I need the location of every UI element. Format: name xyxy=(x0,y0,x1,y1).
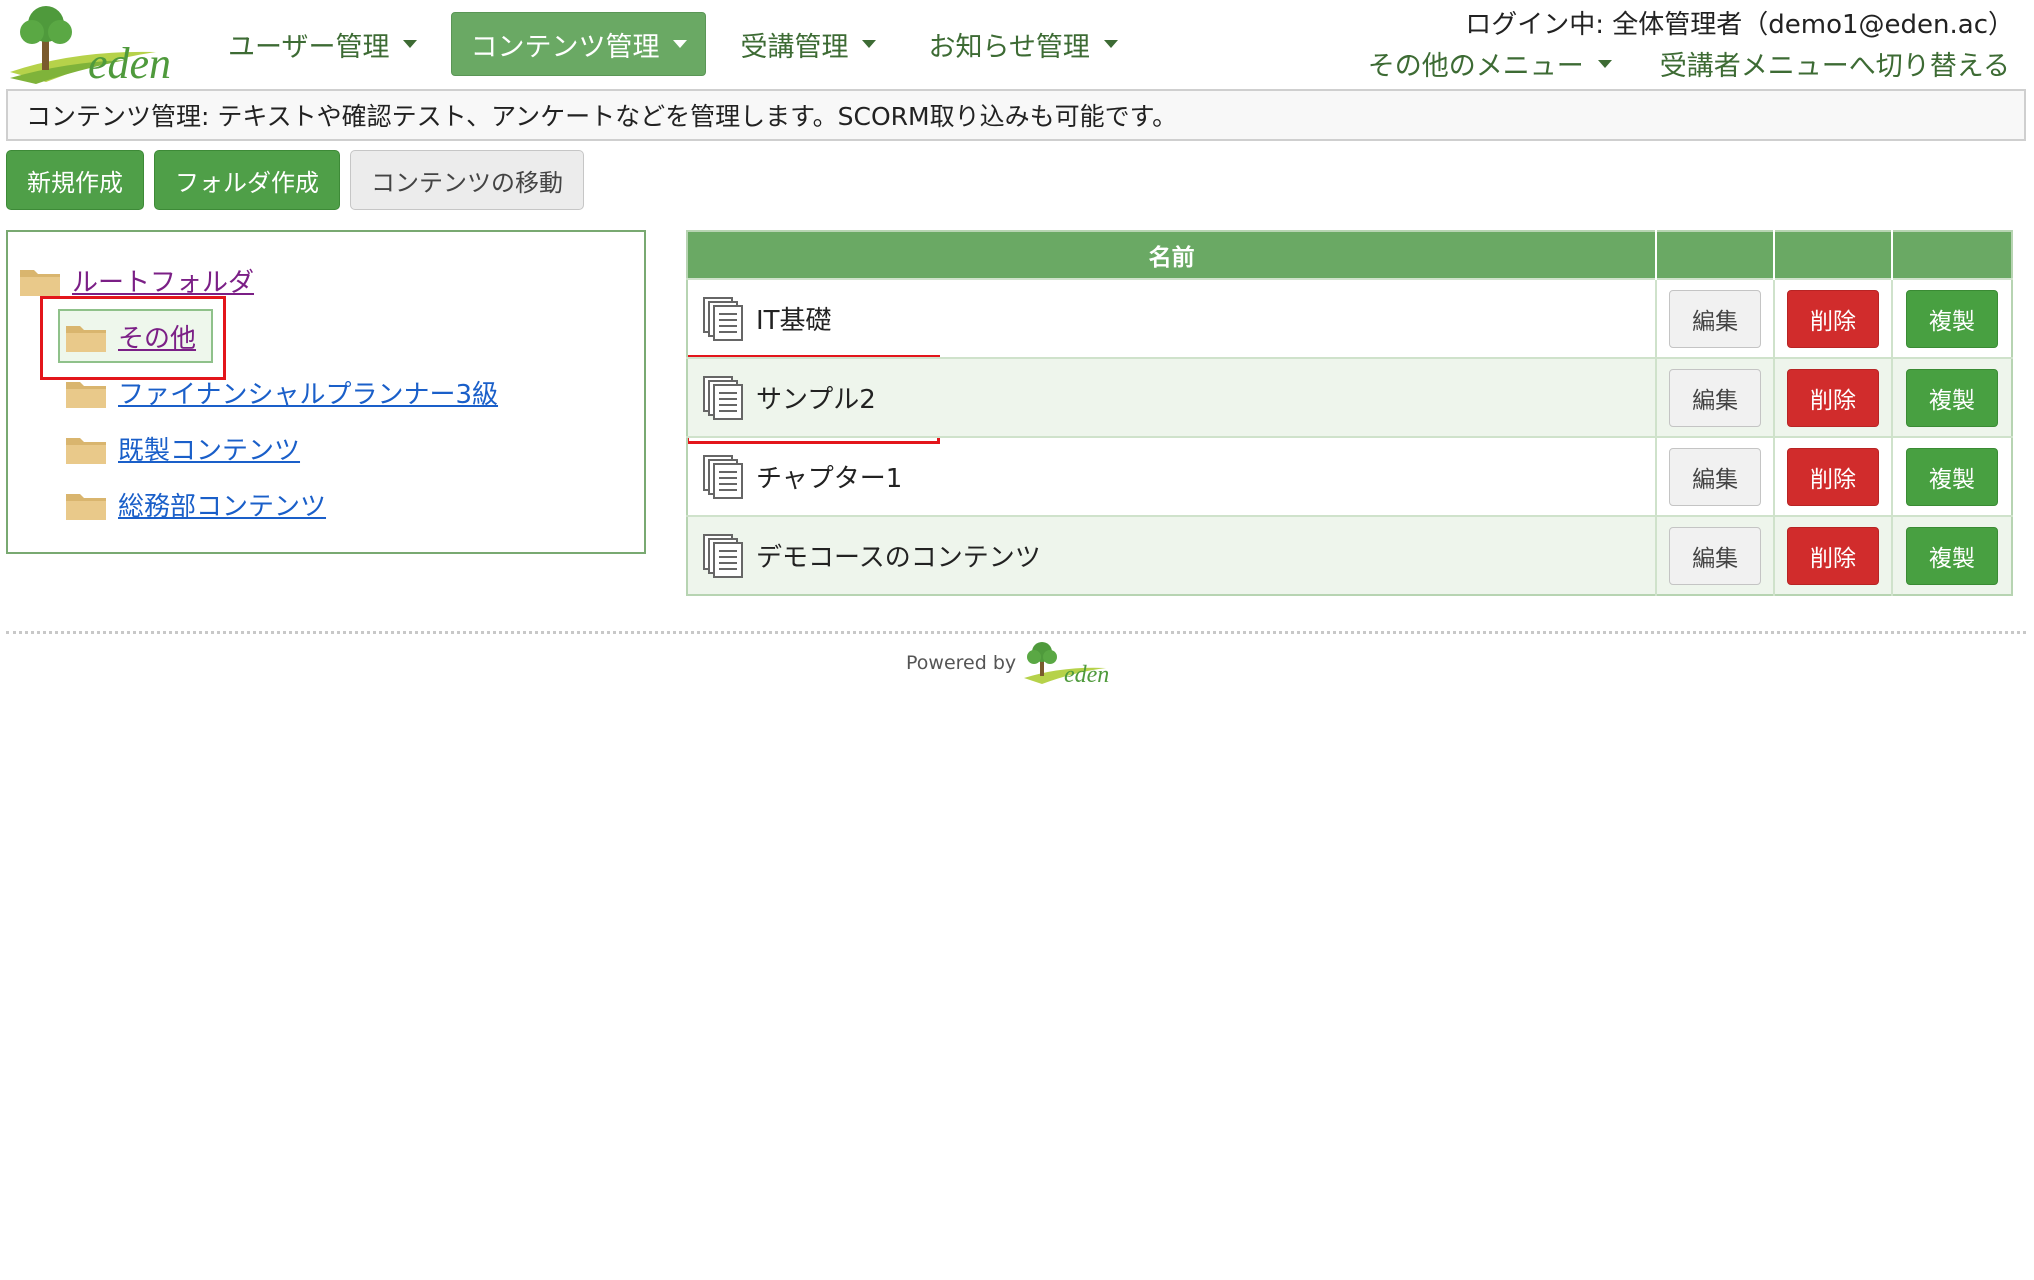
content-name: デモコースのコンテンツ xyxy=(756,543,1041,573)
content-table: 名前 IT基礎 編集 削除 複製 サンプル2 編集 削除 複製 チャプター1 編… xyxy=(686,230,2013,596)
edit-button[interactable]: 編集 xyxy=(1669,368,1762,427)
tree-link-somu[interactable]: 総務部コンテンツ xyxy=(118,486,326,523)
content-name-cell[interactable]: チャプター1 xyxy=(688,454,1655,500)
nav-course-management[interactable]: 受講管理 xyxy=(722,12,894,76)
edit-button[interactable]: 編集 xyxy=(1669,526,1762,585)
chevron-down-icon xyxy=(1103,40,1118,48)
powered-by-text: Powered by xyxy=(906,652,1017,674)
annotation-box-folder xyxy=(40,296,226,380)
tree-node-root[interactable]: ルートフォルダ xyxy=(18,262,254,299)
nav-course-management-label: 受講管理 xyxy=(740,31,849,63)
folder-icon xyxy=(66,437,106,464)
nav-notice-management-label: お知らせ管理 xyxy=(928,31,1090,63)
new-folder-button[interactable]: フォルダ作成 xyxy=(154,150,340,210)
tree-link-root[interactable]: ルートフォルダ xyxy=(72,262,254,299)
column-header-blank xyxy=(1892,231,2012,279)
edit-button[interactable]: 編集 xyxy=(1669,447,1762,506)
document-stack-icon xyxy=(703,454,743,499)
table-row: デモコースのコンテンツ 編集 削除 複製 xyxy=(687,515,2012,595)
table-row: サンプル2 編集 削除 複製 xyxy=(687,357,2012,437)
info-bar: コンテンツ管理: テキストや確認テスト、アンケートなどを管理します。SCORM取… xyxy=(6,89,2026,141)
login-status: ログイン中: 全体管理者（demo1@eden.ac） xyxy=(1465,10,2014,40)
column-header-name[interactable]: 名前 xyxy=(687,231,1658,279)
tree-node-somu[interactable]: 総務部コンテンツ xyxy=(64,486,326,523)
nav-notice-management[interactable]: お知らせ管理 xyxy=(910,12,1135,76)
duplicate-button[interactable]: 複製 xyxy=(1906,526,1998,585)
delete-button[interactable]: 削除 xyxy=(1787,447,1880,506)
nav-content-management[interactable]: コンテンツ管理 xyxy=(451,12,707,76)
footer-divider xyxy=(6,631,2026,634)
eden-logo[interactable]: eden xyxy=(6,2,190,84)
duplicate-button[interactable]: 複製 xyxy=(1906,289,1998,348)
column-header-blank xyxy=(1774,231,1894,279)
table-row: チャプター1 編集 削除 複製 xyxy=(687,436,2012,516)
content-name: サンプル2 xyxy=(756,385,876,415)
nav-user-management-label: ユーザー管理 xyxy=(228,31,390,63)
chevron-down-icon xyxy=(862,40,877,48)
table-header-row: 名前 xyxy=(687,231,2012,279)
other-menu-dropdown[interactable]: その他のメニュー xyxy=(1368,44,1612,83)
delete-button[interactable]: 削除 xyxy=(1787,289,1880,348)
switch-to-learner-link[interactable]: 受講者メニューへ切り替える xyxy=(1660,44,2010,83)
tree-link-kisei[interactable]: 既製コンテンツ xyxy=(118,430,300,467)
other-menu-label: その他のメニュー xyxy=(1367,51,1584,82)
column-header-blank xyxy=(1656,231,1776,279)
duplicate-button[interactable]: 複製 xyxy=(1906,368,1998,427)
folder-icon xyxy=(20,269,60,296)
footer: Powered by eden xyxy=(906,640,1122,686)
document-stack-icon xyxy=(703,296,743,341)
nav-content-management-label: コンテンツ管理 xyxy=(470,31,660,63)
delete-button[interactable]: 削除 xyxy=(1787,526,1880,585)
nav-user-management[interactable]: ユーザー管理 xyxy=(210,12,435,76)
toolbar: 新規作成 フォルダ作成 コンテンツの移動 xyxy=(6,150,594,210)
footer-logo-text: eden xyxy=(1064,662,1109,686)
content-name: チャプター1 xyxy=(756,464,903,494)
move-content-button[interactable]: コンテンツの移動 xyxy=(350,150,584,210)
document-stack-icon xyxy=(703,533,743,578)
folder-icon xyxy=(66,381,106,408)
footer-eden-logo[interactable]: eden xyxy=(1022,640,1122,686)
main-nav: ユーザー管理 コンテンツ管理 受講管理 お知らせ管理 xyxy=(210,12,1152,76)
content-name-cell[interactable]: サンプル2 xyxy=(688,375,1655,421)
delete-button[interactable]: 削除 xyxy=(1787,368,1880,427)
tree-node-kisei[interactable]: 既製コンテンツ xyxy=(64,430,300,467)
right-menu: その他のメニュー 受講者メニューへ切り替える xyxy=(1368,44,2010,83)
folder-tree: ルートフォルダ その他 ファイナンシャルプランナー3級 既製コンテンツ 総務部コ… xyxy=(6,230,646,554)
info-text: コンテンツ管理: テキストや確認テスト、アンケートなどを管理します。SCORM取… xyxy=(26,102,1178,131)
document-stack-icon xyxy=(703,375,743,420)
chevron-down-icon xyxy=(1597,59,1612,68)
switch-to-learner-label: 受講者メニューへ切り替える xyxy=(1659,51,2010,82)
content-name-cell[interactable]: IT基礎 xyxy=(688,296,1655,342)
content-name-cell[interactable]: デモコースのコンテンツ xyxy=(688,533,1655,579)
chevron-down-icon xyxy=(673,40,688,48)
edit-button[interactable]: 編集 xyxy=(1669,289,1762,348)
chevron-down-icon xyxy=(403,40,418,48)
content-name: IT基礎 xyxy=(756,306,832,336)
table-row: IT基礎 編集 削除 複製 xyxy=(687,278,2012,358)
logo-text: eden xyxy=(88,39,171,84)
folder-icon xyxy=(66,493,106,520)
new-content-button[interactable]: 新規作成 xyxy=(6,150,144,210)
duplicate-button[interactable]: 複製 xyxy=(1906,447,1998,506)
